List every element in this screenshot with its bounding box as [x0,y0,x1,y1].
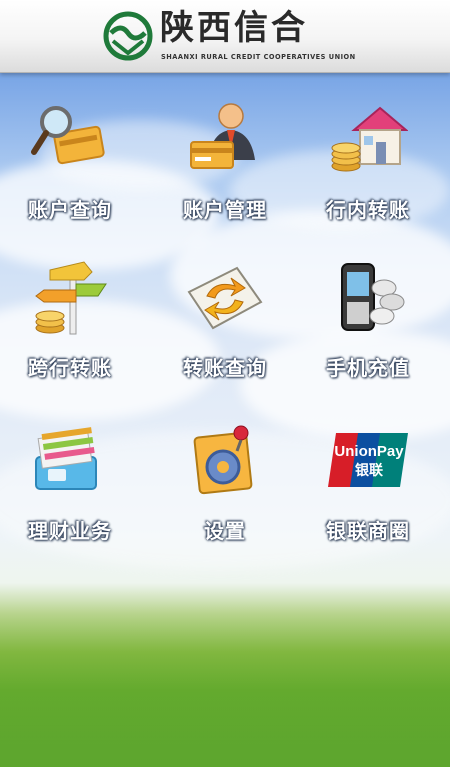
brand-title: 陕西信合 [160,8,308,48]
menu-item-label: 银联商圈 [326,519,410,543]
menu-item-label: 转账查询 [183,356,267,380]
menu-item-label: 账户查询 [28,198,112,222]
house-coins-icon [331,106,408,172]
manager-with-card-icon [190,103,255,169]
unionpay-text: UnionPay 银联 [324,443,414,479]
menu-item-label: 行内转账 [326,198,410,222]
mobile-phone-coins-icon [341,263,405,331]
menu-item-label: 账户管理 [183,198,267,222]
menu-item-label: 跨行转账 [28,356,112,380]
menu-item-unionpay-mall[interactable]: UnionPay 银联 银联商圈 [298,421,438,561]
menu-item-label: 手机充值 [326,356,410,380]
menu-item-inter-bank-transfer[interactable]: 跨行转账 [0,258,140,398]
menu-item-mobile-recharge[interactable]: 手机充值 [298,258,438,398]
finance-files-icon [35,427,97,490]
menu-item-label: 理财业务 [28,519,112,543]
brand-subtitle: SHAANXI RURAL CREDIT COOPERATIVES UNION [161,53,356,61]
card-magnifier-icon [31,106,105,165]
unionpay-text-en: UnionPay [334,443,404,460]
rural-credit-logo-icon [103,11,153,61]
menu-item-wealth-management[interactable]: 理财业务 [0,421,140,561]
transfer-arrows-icon [187,266,263,330]
menu-item-account-manage[interactable]: 账户管理 [155,100,295,240]
gear-settings-icon [193,425,253,495]
menu-item-label: 设置 [204,519,246,543]
menu-item-account-query[interactable]: 账户查询 [0,100,140,240]
menu-item-transfer-query[interactable]: 转账查询 [155,258,295,398]
menu-item-intra-transfer[interactable]: 行内转账 [298,100,438,240]
menu-item-settings[interactable]: 设置 [155,421,295,561]
unionpay-text-cn: 银联 [355,462,383,478]
signpost-coins-icon [35,261,107,335]
app-header: 陕西信合 SHAANXI RURAL CREDIT COOPERATIVES U… [0,0,450,73]
